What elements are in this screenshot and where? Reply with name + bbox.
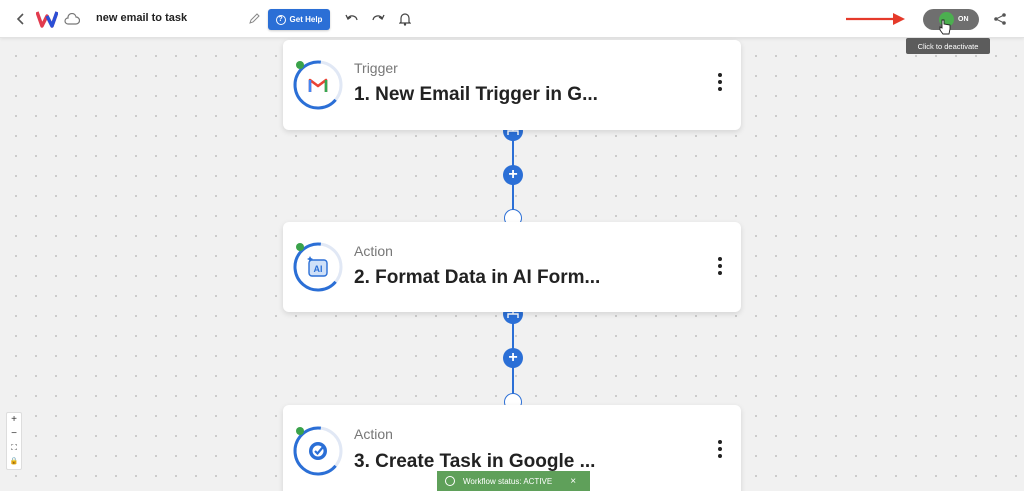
toast-text: Workflow status: ACTIVE	[463, 476, 553, 486]
back-icon[interactable]	[12, 9, 30, 29]
get-help-label: Get Help	[289, 15, 323, 24]
ai-formatter-icon: AI	[307, 256, 328, 277]
bell-icon[interactable]	[397, 10, 413, 28]
help-icon: ?	[275, 14, 286, 25]
zoom-in-button[interactable]: +	[11, 415, 17, 425]
pencil-icon[interactable]	[246, 11, 262, 27]
add-step-button[interactable]: +	[503, 165, 523, 185]
fit-view-button[interactable]: ⛶	[11, 443, 17, 453]
step-card-action[interactable]: AI Action 2. Format Data in AI Form...	[283, 222, 741, 312]
cloud-icon	[64, 11, 80, 27]
add-step-button[interactable]: +	[503, 348, 523, 368]
step-kind: Trigger	[354, 60, 398, 76]
redo-icon[interactable]	[369, 11, 387, 27]
step-name: 2. Format Data in AI Form...	[354, 267, 601, 288]
annotation-arrow-icon	[846, 13, 905, 25]
status-dot	[296, 427, 304, 435]
step-kind: Action	[354, 243, 393, 259]
gmail-icon	[308, 78, 328, 92]
share-icon[interactable]	[992, 11, 1008, 27]
toggle-tooltip: Click to deactivate	[906, 38, 990, 54]
step-name: 3. Create Task in Google ...	[354, 451, 596, 472]
zoom-controls: + − ⛶ 🔒	[6, 412, 22, 470]
toggle-label: ON	[958, 16, 969, 23]
toast-close-button[interactable]: ×	[570, 476, 576, 487]
svg-text:AI: AI	[314, 264, 323, 274]
status-toast: Workflow status: ACTIVE ×	[437, 471, 590, 491]
status-dot	[296, 61, 304, 69]
zoom-out-button[interactable]: −	[11, 429, 17, 439]
pointer-cursor-icon	[938, 18, 952, 36]
get-help-button[interactable]: ? Get Help	[268, 9, 330, 30]
kebab-icon[interactable]	[713, 439, 727, 459]
step-kind: Action	[354, 426, 393, 442]
logo-icon[interactable]	[36, 10, 58, 28]
workflow-title[interactable]: new email to task	[96, 12, 187, 24]
google-tasks-icon	[309, 442, 327, 460]
step-name: 1. New Email Trigger in G...	[354, 84, 598, 105]
undo-icon[interactable]	[343, 11, 361, 27]
step-card-trigger[interactable]: Trigger 1. New Email Trigger in G...	[283, 40, 741, 130]
lock-button[interactable]: 🔒	[10, 457, 19, 467]
top-bar: new email to task ? Get Help ON	[0, 0, 1024, 38]
kebab-icon[interactable]	[713, 72, 727, 92]
check-circle-icon	[445, 476, 455, 486]
status-dot	[296, 243, 304, 251]
kebab-icon[interactable]	[713, 256, 727, 276]
